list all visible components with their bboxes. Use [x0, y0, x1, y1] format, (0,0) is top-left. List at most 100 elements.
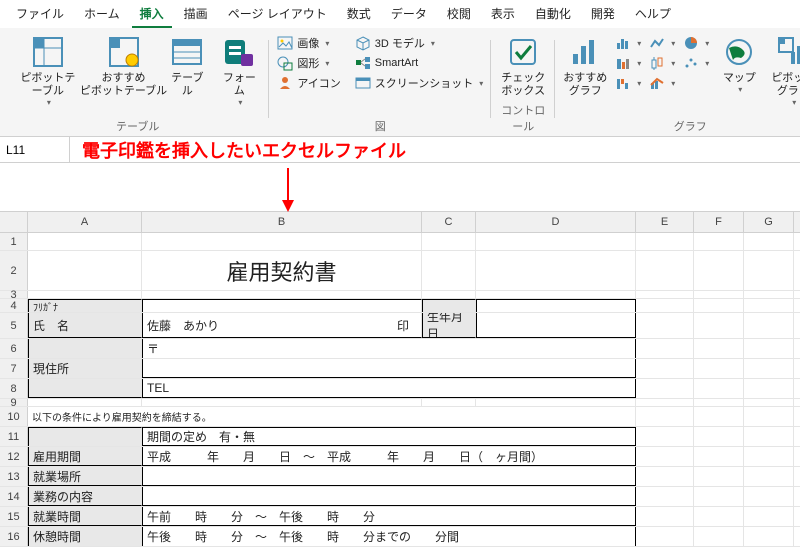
name-ruby-label[interactable]: ﾌﾘｶﾞﾅ	[28, 299, 142, 312]
cell[interactable]	[744, 399, 794, 406]
cell[interactable]	[422, 251, 476, 290]
chart-pie-button[interactable]: ▾	[681, 34, 711, 52]
cell[interactable]	[694, 251, 744, 290]
recommended-charts-button[interactable]: おすすめ グラフ	[561, 34, 609, 100]
row-header[interactable]: 5	[0, 313, 28, 338]
tab-automate[interactable]: 自動化	[527, 4, 579, 28]
cell[interactable]	[744, 487, 794, 506]
col-header-f[interactable]: F	[694, 212, 744, 232]
cell[interactable]	[636, 447, 694, 466]
cell[interactable]	[142, 359, 636, 378]
chart-statistics-button[interactable]: ▾	[647, 54, 677, 72]
tab-view[interactable]: 表示	[483, 4, 523, 28]
cell[interactable]	[636, 407, 694, 426]
cell[interactable]	[142, 299, 422, 312]
resttime-line[interactable]: 午後 時 分 ～ 午後 時 分までの 分間	[142, 527, 636, 546]
row-header[interactable]: 12	[0, 447, 28, 466]
cell[interactable]	[694, 447, 744, 466]
row-header[interactable]: 10	[0, 407, 28, 426]
recommended-pivot-button[interactable]: おすすめ ピボットテーブル	[88, 34, 160, 100]
cell[interactable]	[142, 291, 422, 298]
insert-smartart-button[interactable]: SmartArt	[353, 54, 420, 72]
cell[interactable]	[636, 507, 694, 526]
col-header-a[interactable]: A	[28, 212, 142, 232]
row-header[interactable]: 2	[0, 251, 28, 290]
cell[interactable]	[744, 507, 794, 526]
row-header[interactable]: 14	[0, 487, 28, 506]
cell[interactable]	[636, 487, 694, 506]
row-header[interactable]: 8	[0, 379, 28, 398]
cell[interactable]	[142, 487, 636, 506]
map-button[interactable]: マップ▾	[715, 34, 763, 97]
cell[interactable]	[744, 379, 794, 398]
col-header-c[interactable]: C	[422, 212, 476, 232]
worktime-label[interactable]: 就業時間	[28, 507, 142, 526]
cell[interactable]	[142, 467, 636, 486]
cell[interactable]	[744, 233, 794, 250]
spreadsheet-grid[interactable]: A B C D E F G 1 2 雇用契約書 3	[0, 211, 800, 547]
cell[interactable]	[28, 251, 142, 290]
tab-review[interactable]: 校閲	[439, 4, 479, 28]
cell[interactable]	[744, 339, 794, 358]
chart-line-button[interactable]: ▾	[647, 34, 677, 52]
address-postal[interactable]: 〒	[142, 339, 636, 358]
cell[interactable]	[28, 399, 142, 406]
form-button[interactable]: フォーム▾	[215, 34, 263, 110]
name-label[interactable]: 氏 名	[28, 313, 142, 338]
worktime-line[interactable]: 午前 時 分 ～ 午後 時 分	[142, 507, 636, 526]
tab-page-layout[interactable]: ページ レイアウト	[220, 4, 335, 28]
chart-waterfall-button[interactable]: ▾	[613, 74, 643, 92]
name-value[interactable]: 佐藤 あかり 印	[142, 313, 422, 338]
cell[interactable]	[28, 427, 142, 446]
col-header-b[interactable]: B	[142, 212, 422, 232]
tab-developer[interactable]: 開発	[583, 4, 623, 28]
row-header[interactable]: 7	[0, 359, 28, 378]
cell[interactable]	[476, 233, 636, 250]
cell[interactable]	[694, 359, 744, 378]
row-header[interactable]: 3	[0, 291, 28, 298]
cell[interactable]	[28, 339, 142, 358]
chart-column-button[interactable]: ▾	[613, 34, 643, 52]
cell[interactable]	[694, 487, 744, 506]
cell[interactable]	[744, 313, 794, 338]
tel-label[interactable]: TEL	[142, 379, 636, 398]
name-box[interactable]	[0, 137, 70, 162]
clause-text[interactable]: 以下の条件により雇用契約を締結する。	[28, 407, 636, 426]
col-header-d[interactable]: D	[476, 212, 636, 232]
cell[interactable]	[28, 379, 142, 398]
row-header[interactable]: 11	[0, 427, 28, 446]
cell[interactable]	[694, 399, 744, 406]
cell[interactable]	[476, 313, 636, 338]
col-header-g[interactable]: G	[744, 212, 794, 232]
cell[interactable]	[744, 467, 794, 486]
tab-formulas[interactable]: 数式	[339, 4, 379, 28]
cell[interactable]	[636, 339, 694, 358]
insert-screenshot-button[interactable]: スクリーンショット▾	[353, 74, 485, 92]
dob-label[interactable]: 生年月日	[422, 313, 476, 338]
row-header[interactable]: 1	[0, 233, 28, 250]
cell[interactable]	[636, 299, 694, 312]
cell[interactable]	[694, 507, 744, 526]
form-title[interactable]: 雇用契約書	[142, 251, 422, 290]
cell[interactable]	[28, 291, 142, 298]
addr-label[interactable]: 現住所	[28, 359, 142, 378]
cell[interactable]	[142, 233, 422, 250]
tab-file[interactable]: ファイル	[8, 4, 72, 28]
cell[interactable]	[694, 291, 744, 298]
cell[interactable]	[422, 291, 476, 298]
row-header[interactable]: 9	[0, 399, 28, 406]
cell[interactable]	[636, 399, 694, 406]
period-label[interactable]: 雇用期間	[28, 447, 142, 466]
cell[interactable]	[636, 291, 694, 298]
pivot-chart-button[interactable]: ピボットグラフ▾	[767, 34, 800, 110]
period-line[interactable]: 平成 年 月 日 ～ 平成 年 月 日（ ヶ月間）	[142, 447, 636, 466]
col-header-e[interactable]: E	[636, 212, 694, 232]
cell[interactable]	[636, 233, 694, 250]
cell[interactable]	[694, 299, 744, 312]
tab-draw[interactable]: 描画	[176, 4, 216, 28]
row-header[interactable]: 6	[0, 339, 28, 358]
chart-hierarchy-button[interactable]: ▾	[613, 54, 643, 72]
cell[interactable]	[694, 233, 744, 250]
cell[interactable]	[694, 313, 744, 338]
row-header[interactable]: 4	[0, 299, 28, 312]
